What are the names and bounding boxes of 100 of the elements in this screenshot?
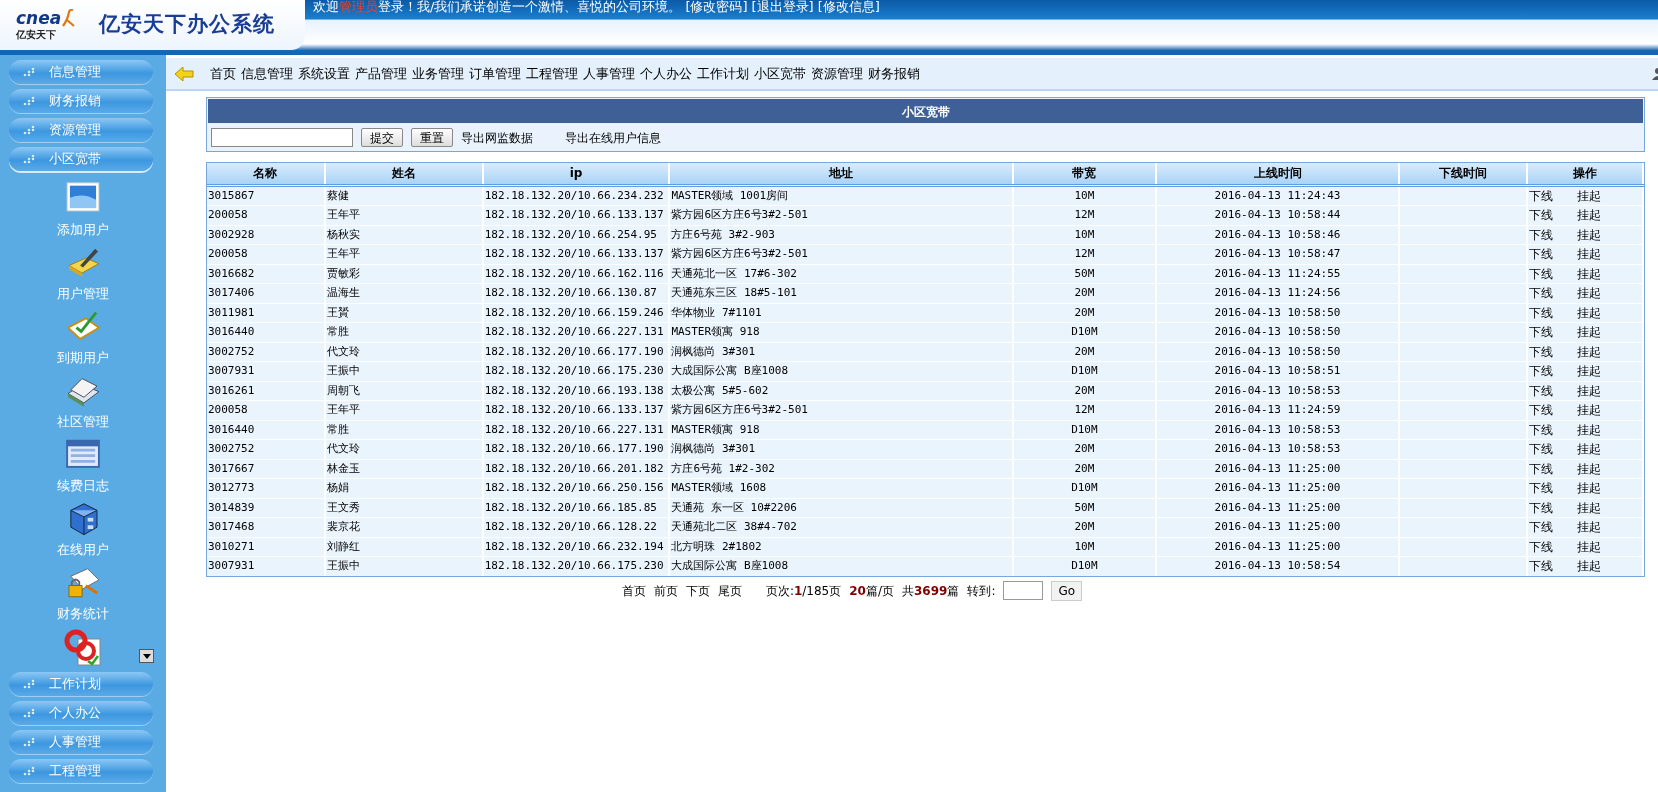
table-cell: 182.18.132.20/10.66.159.246 — [482, 303, 670, 323]
table-cell: 王年平 — [324, 244, 483, 264]
lifebuoy-icon[interactable] — [64, 629, 102, 667]
nav-link[interactable]: 业务管理 — [412, 63, 464, 84]
table-cell: 182.18.132.20/10.66.177.190 — [482, 439, 670, 459]
nav-link[interactable]: 个人办公 — [640, 63, 692, 84]
action-link[interactable]: 挂起 — [1576, 559, 1601, 573]
page-link[interactable]: 下页 — [685, 581, 710, 600]
nav-link[interactable]: 资源管理 — [811, 63, 863, 84]
action-link[interactable]: 挂起 — [1576, 247, 1601, 261]
export-link[interactable]: 导出网监数据 — [461, 128, 533, 147]
action-link[interactable]: 下线 — [1528, 364, 1553, 378]
action-link[interactable]: 挂起 — [1576, 539, 1601, 554]
table-cell: 王振中 — [324, 556, 483, 576]
table-cell: 182.18.132.20/10.66.177.190 — [482, 342, 670, 362]
action-link[interactable]: 下线 — [1528, 500, 1553, 515]
nav-link[interactable]: 信息管理 — [241, 63, 293, 84]
table-cell: 3016261 — [207, 381, 325, 401]
table-cell: 紫方园6区方庄6号3#2-501 — [669, 205, 1013, 225]
search-field[interactable] — [211, 128, 353, 147]
action-link[interactable]: 挂起 — [1576, 188, 1601, 203]
action-link[interactable]: 挂起 — [1576, 461, 1601, 476]
table-cell: 3014839 — [207, 498, 325, 518]
action-link[interactable]: 挂起 — [1576, 403, 1601, 417]
table-cell: 182.18.132.20/10.66.250.156 — [482, 478, 670, 498]
table-cell: 代文玲 — [324, 342, 483, 362]
table-cell: 3002752 — [207, 342, 325, 362]
page-field[interactable] — [1003, 581, 1044, 600]
table-cell: 代文玲 — [324, 439, 483, 459]
action-link[interactable]: 挂起 — [1576, 286, 1601, 300]
action-link[interactable]: 下线 — [1528, 208, 1553, 222]
scroll-down-button[interactable] — [139, 649, 154, 663]
action-link[interactable]: 挂起 — [1576, 442, 1601, 456]
action-link[interactable]: 挂起 — [1576, 383, 1601, 398]
table-cell: 天通苑 东一区 10#2206 — [669, 498, 1013, 518]
nav-link[interactable]: 财务报销 — [868, 63, 920, 84]
table-cell: 182.18.132.20/10.66.254.95 — [482, 225, 670, 245]
logo-text: cnea — [16, 9, 62, 27]
nav-link[interactable]: 系统设置 — [298, 63, 350, 84]
action-link[interactable]: 下线 — [1528, 188, 1553, 203]
action-link[interactable]: 下线 — [1528, 559, 1553, 573]
action-link[interactable]: 挂起 — [1576, 266, 1601, 281]
nav-link[interactable]: 工作计划 — [697, 63, 749, 84]
table-cell: 2016-04-13 11:24:43 — [1156, 185, 1399, 206]
action-link[interactable]: 下线 — [1528, 383, 1553, 398]
nav-link[interactable]: 首页 — [210, 63, 236, 84]
header-link[interactable]: [退出登录] — [751, 0, 814, 14]
action-link[interactable]: 挂起 — [1576, 208, 1601, 222]
column-header: 带宽 — [1012, 163, 1157, 185]
action-link[interactable]: 挂起 — [1576, 344, 1601, 359]
action-link[interactable]: 下线 — [1528, 247, 1553, 261]
action-link[interactable]: 下线 — [1528, 325, 1553, 339]
action-link[interactable]: 下线 — [1528, 520, 1553, 534]
action-link[interactable]: 下线 — [1528, 539, 1553, 554]
action-link[interactable]: 下线 — [1528, 286, 1553, 300]
table-cell: 20M — [1012, 439, 1157, 459]
action-link[interactable]: 挂起 — [1576, 481, 1601, 495]
action-link[interactable]: 下线 — [1528, 422, 1553, 437]
table-cell: D10M — [1012, 420, 1157, 440]
nav-link[interactable]: 产品管理 — [355, 63, 407, 84]
header-link[interactable]: [修改信息] — [817, 0, 880, 14]
header-link[interactable]: [修改密码] — [685, 0, 748, 14]
action-link[interactable]: 下线 — [1528, 403, 1553, 417]
action-link[interactable]: 下线 — [1528, 481, 1553, 495]
action-link[interactable]: 下线 — [1528, 461, 1553, 476]
export-link[interactable]: 导出在线用户信息 — [565, 128, 661, 147]
form-button[interactable]: 提交 — [361, 128, 403, 147]
page-link[interactable]: 首页 — [621, 581, 646, 600]
table-cell: MASTER领寓 918 — [669, 322, 1013, 342]
action-link[interactable]: 挂起 — [1576, 422, 1601, 437]
nav-link[interactable]: 小区宽带 — [754, 63, 806, 84]
nav-link[interactable]: 订单管理 — [469, 63, 521, 84]
action-link[interactable]: 挂起 — [1576, 305, 1601, 320]
table-cell: 3012773 — [207, 478, 325, 498]
action-link[interactable]: 挂起 — [1576, 227, 1601, 242]
page-link[interactable]: 尾页 — [717, 581, 742, 600]
action-link[interactable]: 下线 — [1528, 266, 1553, 281]
page-status: 页次:1/185页 — [765, 582, 842, 600]
table-cell: 2016-04-13 11:25:00 — [1156, 459, 1399, 479]
action-link[interactable]: 挂起 — [1576, 500, 1601, 515]
go-button[interactable]: Go — [1051, 580, 1083, 601]
action-link[interactable]: 下线 — [1528, 442, 1553, 456]
action-link[interactable]: 挂起 — [1576, 364, 1601, 378]
form-button[interactable]: 重置 — [411, 128, 453, 147]
action-link[interactable]: 挂起 — [1576, 325, 1601, 339]
page-link[interactable]: 前页 — [653, 581, 678, 600]
action-link[interactable]: 挂起 — [1576, 520, 1601, 534]
table-cell: 50M — [1012, 498, 1157, 518]
nav-link[interactable]: 工程管理 — [526, 63, 578, 84]
action-link[interactable]: 下线 — [1528, 344, 1553, 359]
action-link[interactable]: 下线 — [1528, 305, 1553, 320]
table-cell: 2016-04-13 10:58:50 — [1156, 303, 1399, 323]
action-link[interactable]: 下线 — [1528, 227, 1553, 242]
column-header: ip — [482, 163, 670, 185]
user-icon[interactable] — [1650, 67, 1658, 81]
nav-link[interactable]: 人事管理 — [583, 63, 635, 84]
table-cell: 2016-04-13 10:58:50 — [1156, 322, 1399, 342]
table-cell: 182.18.132.20/10.66.128.22 — [482, 517, 670, 537]
table-cell: 林金玉 — [324, 459, 483, 479]
table-cell: MASTER领域 1608 — [669, 478, 1013, 498]
